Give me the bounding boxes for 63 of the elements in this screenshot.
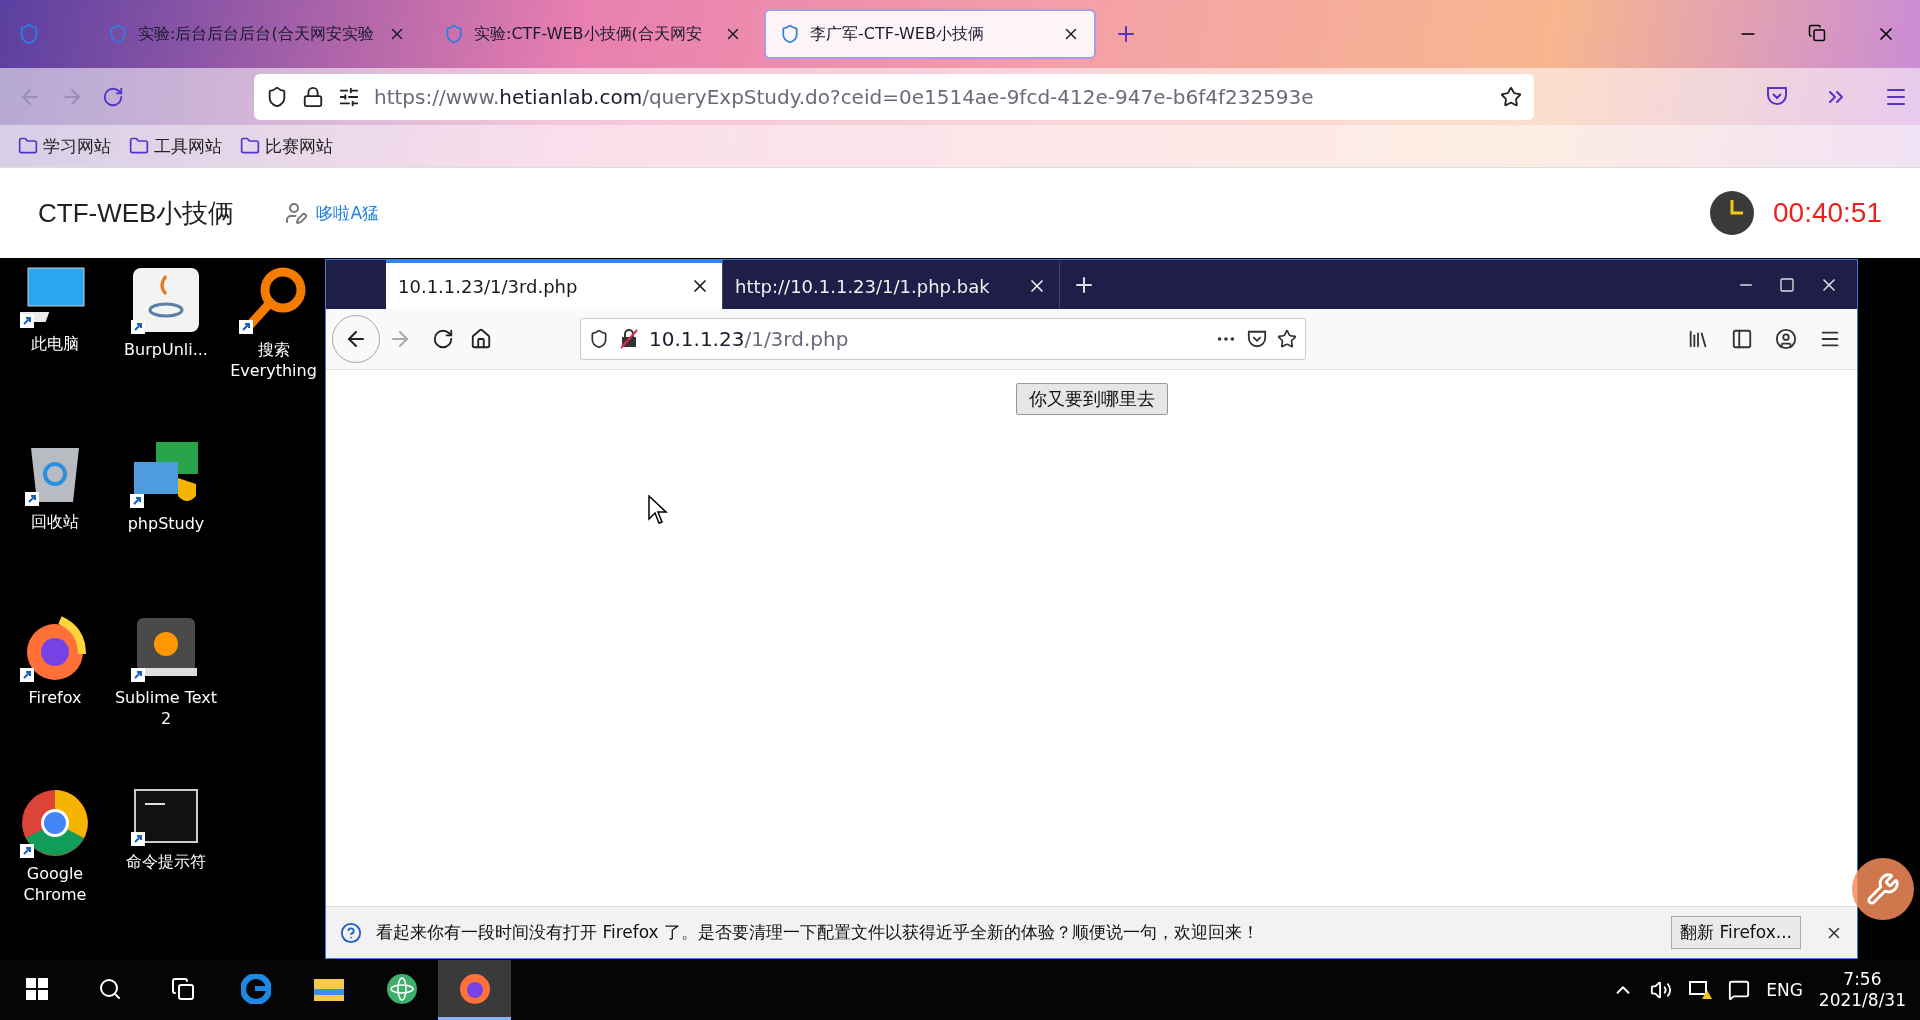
language-indicator[interactable]: ENG [1766,980,1803,1000]
shield-icon [780,24,800,44]
browser-tab[interactable]: 实验:CTF-WEB小技俩(合天网安 [428,9,758,59]
account-icon[interactable] [1775,328,1797,350]
speaker-icon[interactable] [1650,979,1673,1001]
wrench-icon [1866,872,1900,906]
user-icon [284,201,309,225]
refresh-firefox-button[interactable]: 翻新 Firefox... [1671,916,1801,949]
network-icon[interactable] [1688,979,1713,1001]
desktop-icon-label[interactable]: Sublime Text 2 [114,688,218,730]
notification-message: 看起来你有一段时间没有打开 Firefox 了。是否要清理一下配置文件以获得近乎全新的体验？顺便说一句，欢迎回来！ [376,921,1261,944]
home-icon[interactable] [470,328,492,350]
shield-icon [589,329,609,349]
url-field[interactable]: 10.1.1.23/1/3rd.php [580,318,1306,360]
desktop-icon-label[interactable]: BurpUnli... [114,340,218,361]
clock-icon [1709,190,1755,236]
desktop-icon-label[interactable]: 搜索 Everything [221,340,326,382]
page-button[interactable]: 你又要到哪里去 [1015,383,1168,415]
desktop-icon-label[interactable]: 回收站 [3,512,107,533]
folder-icon [129,136,149,156]
search-icon[interactable] [97,976,122,1001]
page-title: CTF-WEB小技俩 [38,196,235,230]
bookmark-folder[interactable]: 比赛网站 [240,134,333,158]
atom-icon[interactable] [385,972,418,1005]
reload-icon[interactable] [432,328,454,350]
desktop-icon-label[interactable]: 命令提示符 [114,852,218,873]
lock-icon [302,85,324,108]
folder-icon [240,136,260,156]
library-icon[interactable] [1687,328,1709,350]
browser-tab[interactable]: 10.1.1.23/1/3rd.php [386,260,723,309]
desktop-icon-label[interactable]: Firefox [3,688,107,709]
task-view-icon[interactable] [170,976,195,1001]
shield-icon [108,24,128,44]
edge-icon[interactable] [240,973,271,1004]
browser-tab[interactable]: 李广军-CTF-WEB小技俩 [764,9,1096,59]
insecure-lock-icon [619,329,639,349]
countdown-timer: 00:40:51 [1773,197,1882,229]
desktop-icon-label[interactable]: 此电脑 [3,334,107,355]
pocket-icon[interactable] [1766,84,1788,107]
help-icon [340,921,362,944]
bookmark-folder[interactable]: 学习网站 [18,134,111,158]
maximize-icon[interactable] [1779,276,1795,293]
bookmark-folder[interactable]: 工具网站 [129,134,222,158]
bookmark-star-icon[interactable] [1277,329,1297,349]
restore-icon[interactable] [1808,24,1826,42]
notification-icon[interactable] [1728,979,1751,1001]
windows-start-icon[interactable] [24,976,49,1001]
shield-icon [444,24,464,44]
permissions-icon[interactable] [338,85,360,108]
mouse-cursor-icon [648,495,668,525]
folder-icon [18,136,38,156]
shield-icon [266,85,288,108]
taskbar-clock[interactable]: 7:56 2021/8/31 [1818,968,1906,1012]
desktop-icon-label[interactable]: phpStudy [114,514,218,535]
sidebar-icon[interactable] [1731,328,1753,350]
java-cup-icon[interactable] [131,266,201,334]
pocket-icon[interactable] [1247,329,1267,349]
user-link[interactable]: 哆啦A猛 [284,201,380,225]
terminal-icon[interactable] [131,788,201,846]
bookmark-star-icon[interactable] [1500,85,1522,108]
desktop-icon-label[interactable]: Google Chrome [3,864,107,906]
url-field[interactable]: https://www.hetianlab.com/queryExpStudy.do?ceid=0e1514ae-9fcd-412e-947e-b6f4f232593e [254,73,1534,120]
chrome-icon[interactable] [20,788,90,858]
